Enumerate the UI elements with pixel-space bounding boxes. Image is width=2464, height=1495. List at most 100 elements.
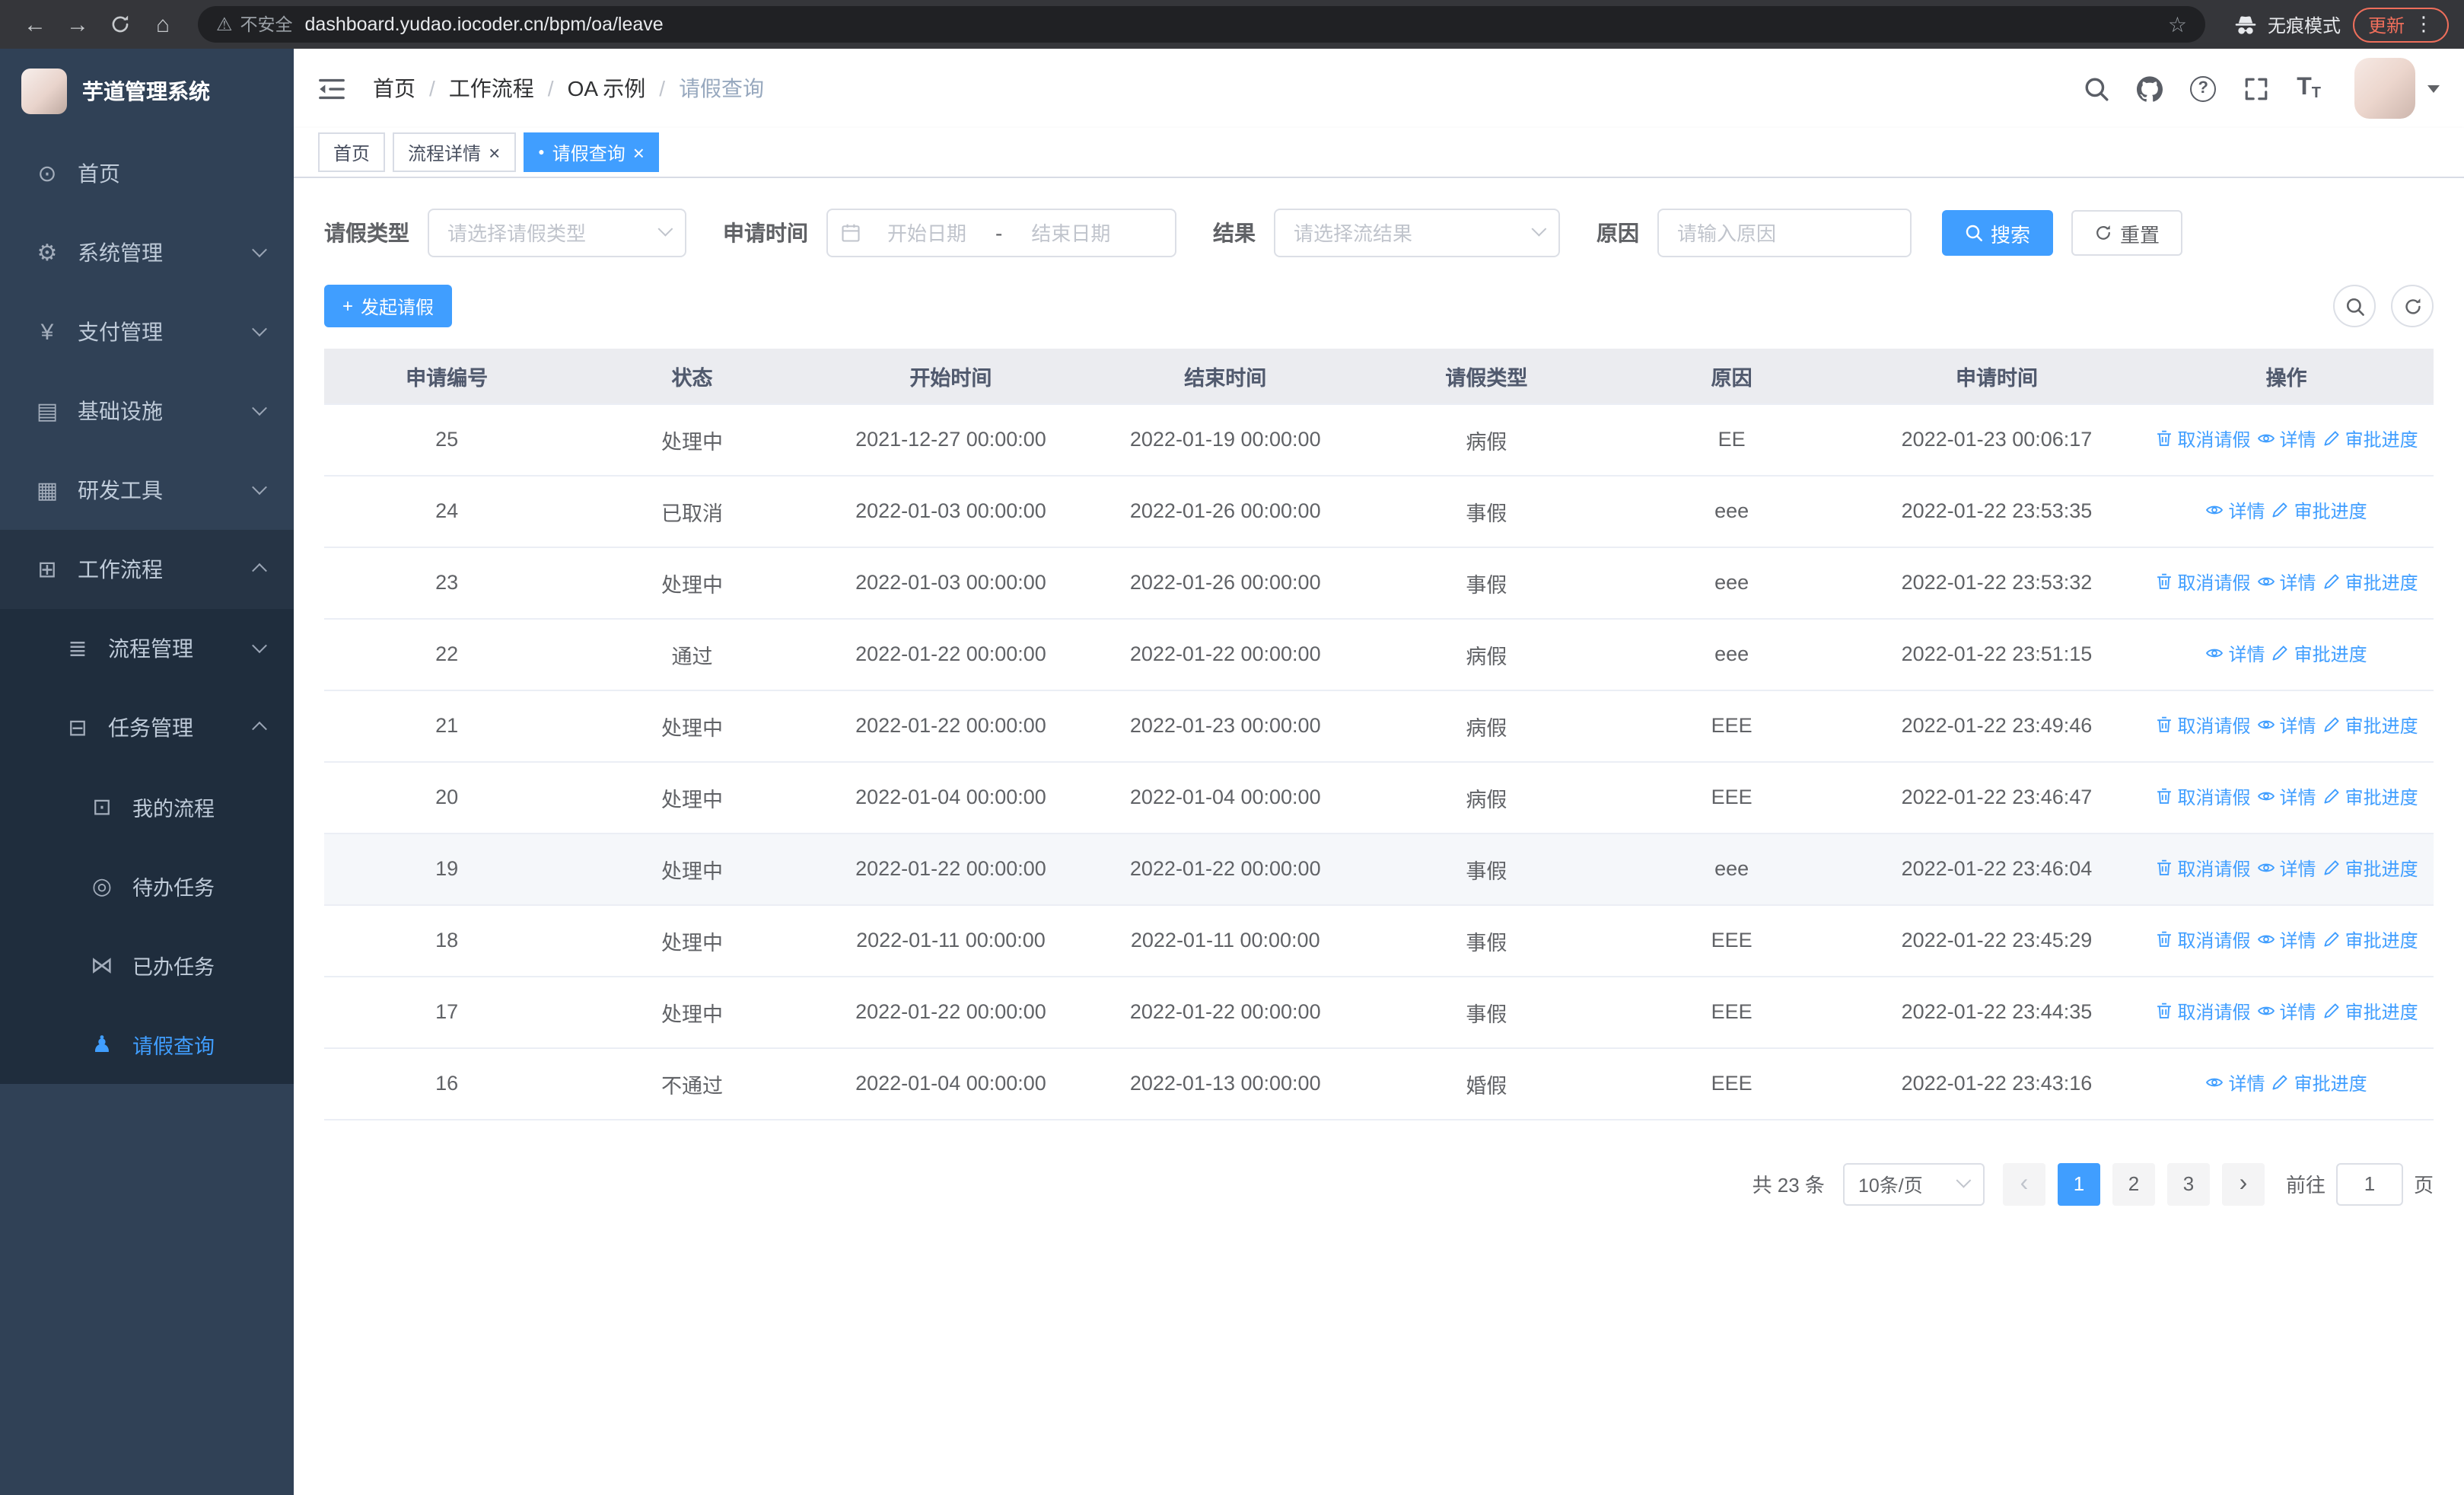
action-detail-link[interactable]: 详情 (2206, 1070, 2265, 1096)
bookmark-star-icon[interactable]: ☆ (2168, 11, 2187, 37)
action-detail-link[interactable]: 详情 (2257, 856, 2316, 881)
next-page-button[interactable]: › (2221, 1162, 2265, 1205)
sidebar-item-infrastructure[interactable]: ▤ 基础设施 (0, 371, 294, 451)
sidebar-item-home[interactable]: ⊙ 首页 (0, 134, 294, 213)
prev-page-button[interactable]: ‹ (2002, 1162, 2045, 1205)
sidebar-item-task-management[interactable]: ⊟ 任务管理 (0, 688, 294, 767)
sidebar-item-process-management[interactable]: ≣ 流程管理 (0, 609, 294, 688)
action-progress-link[interactable]: 审批进度 (2322, 784, 2418, 810)
action-detail-link[interactable]: 详情 (2206, 498, 2265, 524)
sidebar-collapse-button[interactable] (318, 77, 345, 100)
sidebar-item-leave-query[interactable]: ♟ 请假查询 (0, 1005, 294, 1084)
toggle-search-button[interactable] (2333, 285, 2376, 327)
column-header-0[interactable]: 申请编号 (324, 349, 570, 404)
action-cancel-link[interactable]: 取消请假 (2155, 927, 2251, 953)
column-header-2[interactable]: 开始时间 (814, 349, 1087, 404)
tab-process-detail[interactable]: 流程详情 × (393, 132, 516, 172)
action-progress-link[interactable]: 审批进度 (2322, 856, 2418, 881)
column-header-4[interactable]: 请假类型 (1364, 349, 1609, 404)
sidebar-item-dev-tools[interactable]: ▦ 研发工具 (0, 451, 294, 530)
action-cancel-link[interactable]: 取消请假 (2155, 999, 2251, 1025)
result-input[interactable] (1294, 222, 1519, 244)
url-text[interactable]: dashboard.yudao.iocoder.cn/bpm/oa/leave (305, 14, 2156, 35)
goto-page-input[interactable] (2335, 1162, 2403, 1205)
font-size-icon[interactable]: TT (2297, 75, 2321, 102)
browser-back-button[interactable]: ← (15, 5, 55, 44)
reason-field[interactable] (1657, 209, 1912, 257)
page-2-button[interactable]: 2 (2112, 1162, 2155, 1205)
action-detail-link[interactable]: 详情 (2257, 784, 2316, 810)
tab-leave-query[interactable]: ● 请假查询 × (523, 132, 660, 172)
leave-type-input[interactable] (447, 222, 645, 244)
end-date-input[interactable] (1011, 222, 1131, 244)
cell-reason: EEE (1609, 1047, 1854, 1120)
tab-close-icon[interactable]: × (489, 142, 500, 162)
kebab-menu-icon[interactable]: ⋮ (2414, 12, 2434, 37)
sidebar-item-payment-management[interactable]: ¥ 支付管理 (0, 292, 294, 371)
tab-close-icon[interactable]: × (633, 142, 645, 162)
sidebar-item-done-tasks[interactable]: ⋈ 已办任务 (0, 926, 294, 1005)
breadcrumb-link[interactable]: 工作流程 (449, 73, 534, 104)
create-leave-button[interactable]: + 发起请假 (324, 285, 453, 327)
action-cancel-link[interactable]: 取消请假 (2155, 569, 2251, 595)
breadcrumb-item: / 请假查询 (645, 73, 764, 104)
security-status[interactable]: ⚠ 不安全 (216, 12, 293, 37)
sidebar-item-todo-tasks[interactable]: ◎ 待办任务 (0, 846, 294, 926)
refresh-table-button[interactable] (2391, 285, 2434, 327)
action-detail-link[interactable]: 详情 (2257, 569, 2316, 595)
column-header-3[interactable]: 结束时间 (1087, 349, 1364, 404)
action-progress-link[interactable]: 审批进度 (2271, 641, 2367, 667)
sidebar-item-system-management[interactable]: ⚙ 系统管理 (0, 213, 294, 292)
action-progress-link[interactable]: 审批进度 (2322, 712, 2418, 738)
page-size-select[interactable]: 10条/页 (1842, 1162, 1985, 1205)
action-cancel-link[interactable]: 取消请假 (2155, 712, 2251, 738)
column-header-1[interactable]: 状态 (569, 349, 815, 404)
action-progress-link[interactable]: 审批进度 (2271, 1070, 2367, 1096)
breadcrumb-link[interactable]: OA 示例 (568, 73, 646, 104)
action-detail-link[interactable]: 详情 (2257, 426, 2316, 452)
date-range-picker[interactable]: - (826, 209, 1176, 257)
page-1-button[interactable]: 1 (2057, 1162, 2100, 1205)
action-detail-link[interactable]: 详情 (2257, 927, 2316, 953)
action-detail-link[interactable]: 详情 (2257, 712, 2316, 738)
action-detail-link[interactable]: 详情 (2257, 999, 2316, 1025)
help-icon[interactable]: ? (2190, 75, 2217, 101)
action-progress-link[interactable]: 审批进度 (2322, 569, 2418, 595)
avatar[interactable] (2354, 58, 2415, 119)
action-cancel-link[interactable]: 取消请假 (2155, 784, 2251, 810)
action-progress-link[interactable]: 审批进度 (2322, 426, 2418, 452)
result-select[interactable] (1274, 209, 1560, 257)
browser-home-button[interactable]: ⌂ (143, 5, 183, 44)
github-icon[interactable] (2137, 75, 2163, 101)
search-icon[interactable] (2084, 75, 2109, 101)
sidebar-item-my-processes[interactable]: ⊡ 我的流程 (0, 767, 294, 846)
address-bar[interactable]: ⚠ 不安全 dashboard.yudao.iocoder.cn/bpm/oa/… (198, 6, 2205, 43)
browser-forward-button[interactable]: → (58, 5, 97, 44)
start-date-input[interactable] (867, 222, 986, 244)
reason-input[interactable] (1677, 222, 1892, 244)
column-header-6[interactable]: 申请时间 (1854, 349, 2140, 404)
browser-update-button[interactable]: 更新 ⋮ (2352, 7, 2449, 42)
page-3-button[interactable]: 3 (2166, 1162, 2210, 1205)
eye-icon (2257, 1003, 2275, 1021)
cell-reason: eee (1609, 547, 1854, 619)
reset-button[interactable]: 重置 (2071, 210, 2183, 256)
column-header-5[interactable]: 原因 (1609, 349, 1854, 404)
user-menu[interactable] (2354, 58, 2440, 119)
tab-home[interactable]: 首页 (318, 132, 386, 172)
fullscreen-icon[interactable] (2243, 75, 2269, 101)
search-button[interactable]: 搜索 (1942, 210, 2054, 256)
sidebar-item-workflow[interactable]: ⊞ 工作流程 (0, 530, 294, 609)
action-progress-link[interactable]: 审批进度 (2271, 498, 2367, 524)
action-cancel-link[interactable]: 取消请假 (2155, 856, 2251, 881)
breadcrumb-link: 请假查询 (679, 76, 765, 100)
action-detail-link[interactable]: 详情 (2206, 641, 2265, 667)
breadcrumb-link[interactable]: 首页 (373, 73, 415, 104)
action-progress-link[interactable]: 审批进度 (2322, 927, 2418, 953)
browser-refresh-button[interactable] (100, 5, 140, 44)
leave-type-select[interactable] (428, 209, 686, 257)
action-progress-link[interactable]: 审批进度 (2322, 999, 2418, 1025)
column-header-7[interactable]: 操作 (2139, 349, 2434, 404)
action-cancel-link[interactable]: 取消请假 (2155, 426, 2251, 452)
incognito-label: 无痕模式 (2267, 14, 2341, 36)
